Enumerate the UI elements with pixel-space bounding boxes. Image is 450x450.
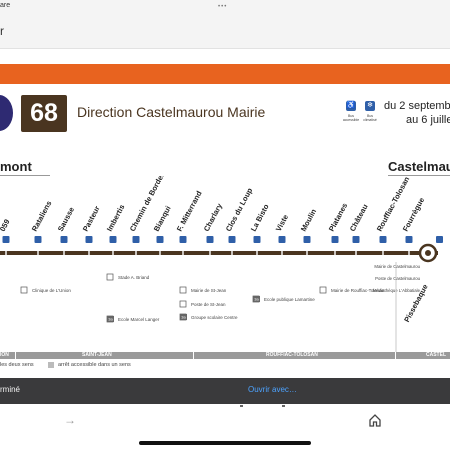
poi-label: Mairie de St-Jean xyxy=(191,288,227,293)
stop-name: Sausse xyxy=(56,206,76,233)
accessible-stop-icon xyxy=(206,236,214,243)
validity-start: du 2 septembre xyxy=(384,100,450,112)
poi-label: Poste de St-Jean xyxy=(191,302,226,307)
status-text: are xyxy=(0,2,11,9)
stadium-icon xyxy=(106,273,114,281)
accessible-stop-icon xyxy=(405,236,413,243)
route-map: 059 Rataliens Sausse Pasteur Imbertis Chemin … xyxy=(0,176,443,352)
stop-name: Imbertis xyxy=(105,203,127,233)
viewer-toolbar xyxy=(0,14,450,49)
terminus-dot xyxy=(425,250,431,256)
validity-end: au 6 juillet xyxy=(406,114,450,126)
accessible-stop-icon xyxy=(379,236,387,243)
accessible-stop-icon xyxy=(34,236,42,243)
legend-one-way: arrêt accessible dans un sens xyxy=(58,362,131,368)
accessible-stop-icon xyxy=(253,236,261,243)
stop-name: Chemin de Bordeneuve xyxy=(128,176,175,233)
zone-label: CASTEL xyxy=(426,352,446,358)
poi-label: Mairie de Castelmaurou xyxy=(374,264,420,269)
townhall-icon xyxy=(179,286,187,294)
stop-name: La Bisto xyxy=(249,202,271,233)
route-number-badge: 68 xyxy=(21,95,67,132)
poi-label: Clinique de L'Union xyxy=(32,288,71,293)
stop-name: Platanes xyxy=(327,201,349,232)
zone-divider xyxy=(395,352,396,359)
snowflake-icon: ❄ xyxy=(365,101,375,111)
page-tick xyxy=(240,405,243,407)
zone-label: ION xyxy=(0,352,9,358)
zone-label: ROUFFIAC-TOLOSAN xyxy=(266,352,318,358)
stop-name: Rataliens xyxy=(30,199,54,233)
network-logo xyxy=(0,95,13,131)
stop-name: Bianqui xyxy=(152,204,173,233)
accessible-stop-icon xyxy=(109,236,117,243)
open-with-button[interactable]: Ouvrir avec… xyxy=(248,385,297,394)
poi-label: Ecole publique Lamartine xyxy=(264,297,315,302)
bus-climatise-label: Bus climatisé xyxy=(363,114,377,122)
accessible-stop-icon xyxy=(132,236,140,243)
accessible-stop-icon xyxy=(60,236,68,243)
accessible-stop-icon xyxy=(278,236,286,243)
poi-label: Médiathèque L'Abbatiale xyxy=(373,288,421,293)
accessible-stop-icon xyxy=(303,236,311,243)
bus-accessible-label: Bus accessible xyxy=(342,114,360,122)
wheelchair-icon: ♿ xyxy=(346,101,356,111)
stop-name: Château xyxy=(348,202,370,233)
legend-both-ways: les deux sens xyxy=(0,362,34,368)
poi-label: Poste de Castelmaurou xyxy=(375,276,421,281)
multitask-dots[interactable]: ••• xyxy=(218,4,227,10)
accessible-stop-icon xyxy=(179,236,187,243)
accessible-stop-icon xyxy=(85,236,93,243)
poi-label: Stade A. Briand xyxy=(118,275,150,280)
forward-arrow-icon[interactable]: → xyxy=(64,413,76,427)
terminus-right: Castelmau xyxy=(388,159,450,174)
accessible-stop-icon xyxy=(352,236,360,243)
stop-name: Moulin xyxy=(299,207,318,233)
bottom-toolbar xyxy=(0,378,450,404)
stop-name: Pasteur xyxy=(81,204,102,233)
home-indicator xyxy=(139,441,311,445)
one-way-accessible-icon xyxy=(48,362,54,368)
zone-divider xyxy=(15,352,16,359)
poi-label: Ecole Marcel Langer xyxy=(118,317,160,322)
stop-name: 059 xyxy=(0,218,12,233)
header-band xyxy=(0,64,450,84)
line-badge-label: 3a xyxy=(181,314,186,319)
zone-bar xyxy=(0,352,450,359)
done-button[interactable]: rminé xyxy=(0,385,20,394)
accessible-stop-icon xyxy=(2,236,10,243)
poi-label: Groupe scolaire Centre xyxy=(191,315,238,320)
stop-name: Viste xyxy=(274,213,290,233)
route-direction: Direction Castelmaurou Mairie xyxy=(77,104,266,120)
stop-name: Fourrègue xyxy=(401,196,426,233)
zone-divider xyxy=(193,352,194,359)
accessible-stop-icon xyxy=(228,236,236,243)
page-tick xyxy=(282,405,285,407)
stop-name: F. Mitterrand xyxy=(175,189,204,233)
terminus-left: mont xyxy=(0,159,32,174)
post-icon xyxy=(179,300,187,308)
accessible-stop-icon xyxy=(436,236,443,243)
back-button[interactable]: r xyxy=(0,24,4,38)
line-badge-label: 3a xyxy=(108,316,113,321)
accessible-stop-icon xyxy=(331,236,339,243)
townhall-icon xyxy=(319,286,327,294)
home-icon[interactable] xyxy=(368,413,382,427)
route-line xyxy=(0,251,438,255)
line-badge-label: 3a xyxy=(254,296,259,301)
accessible-stop-icon xyxy=(156,236,164,243)
hospital-icon xyxy=(20,286,28,294)
zone-label: SAINT-JEAN xyxy=(82,352,112,358)
stop-name: Charlary xyxy=(202,201,225,233)
